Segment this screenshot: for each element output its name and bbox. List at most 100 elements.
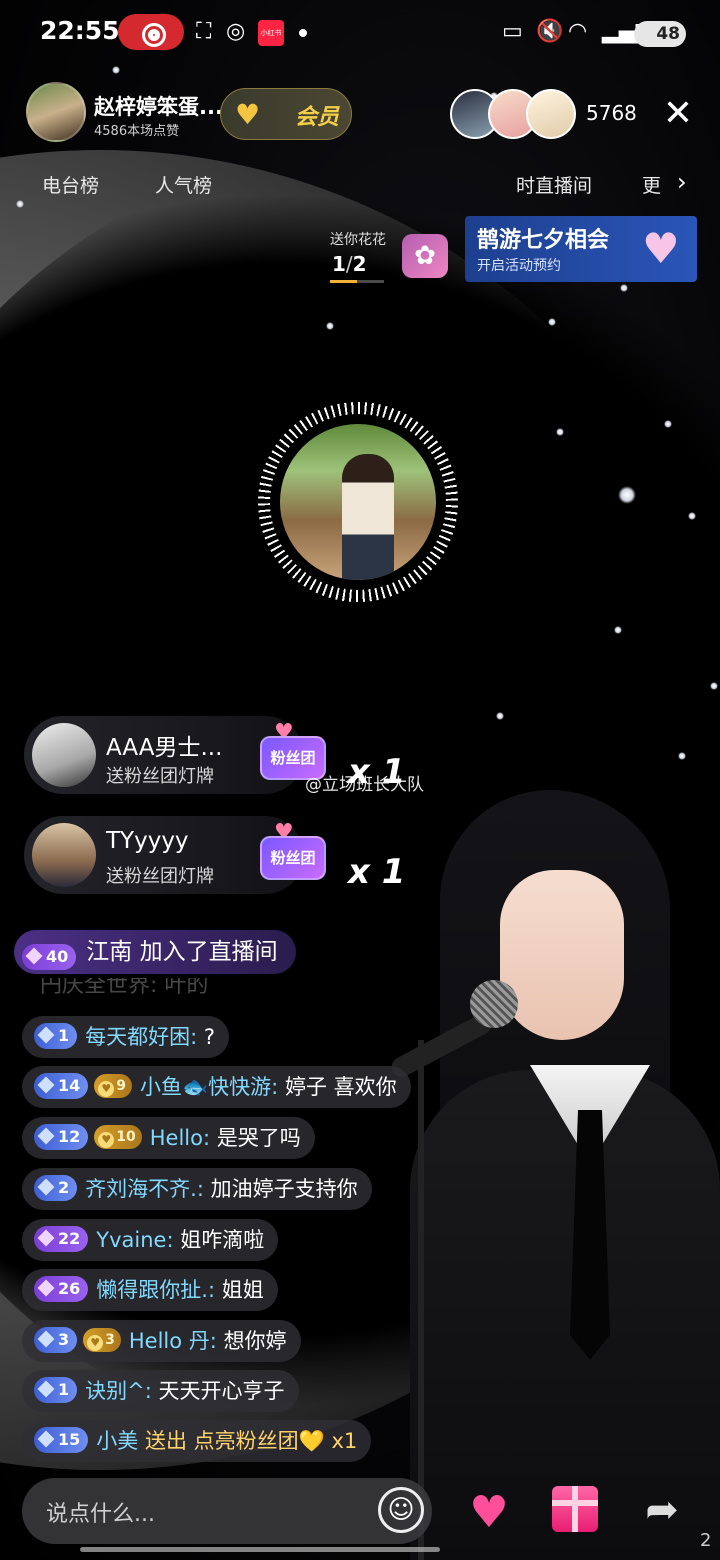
chevron-right-icon[interactable]: › xyxy=(677,168,687,196)
user-level-badge: 1 xyxy=(34,1023,78,1049)
fan-club-badge-icon: ♥ 粉丝团 xyxy=(260,820,326,890)
weibo-icon: ◎ xyxy=(226,19,246,44)
chat-message[interactable]: 1 诀别^: 天天开心亨子 xyxy=(22,1370,299,1412)
task-progress-bar xyxy=(330,280,384,283)
gift-notification[interactable]: TYyyyy 送粉丝团灯牌 ♥ 粉丝团 xyxy=(24,816,326,894)
xiaohongshu-icon: 小红书 xyxy=(258,20,284,46)
star xyxy=(710,682,718,690)
chat-username[interactable]: 每天都好困: xyxy=(85,1025,197,1049)
star xyxy=(496,712,504,720)
gift-description: 送粉丝团灯牌 xyxy=(106,866,214,887)
faded-chat-row: 円庆全世界: 叶的 xyxy=(40,978,209,998)
task-progress-fill xyxy=(330,280,357,283)
microphone-icon xyxy=(380,980,520,1081)
weibo-watermark: @立场班长大队 xyxy=(305,775,424,795)
sender-name: TYyyyy xyxy=(106,828,189,854)
chat-text: 是哭了吗 xyxy=(216,1126,301,1150)
star xyxy=(556,428,564,436)
chat-username[interactable]: 诀别^: xyxy=(85,1379,152,1403)
comment-placeholder: 说点什么... xyxy=(46,1502,155,1527)
sender-avatar[interactable] xyxy=(32,823,96,887)
chat-text: 姐咋滴啦 xyxy=(180,1228,265,1252)
chat-username[interactable]: 齐刘海不齐.: xyxy=(85,1177,204,1201)
star xyxy=(688,512,696,520)
clock: 22:55 xyxy=(40,16,120,45)
gift-notification[interactable]: AAA男士... 送粉丝团灯牌 ♥ 粉丝团 xyxy=(24,716,326,794)
chat-text: 送出 点亮粉丝团💛 x1 xyxy=(144,1429,358,1453)
flower-icon: ✿ xyxy=(402,234,448,278)
cast-icon: ▭ xyxy=(502,19,523,44)
task-progress: 1/2 xyxy=(332,252,367,276)
chat-username[interactable]: Hello 丹: xyxy=(129,1329,217,1353)
star xyxy=(618,486,636,504)
share-icon[interactable]: ➦ xyxy=(638,1488,686,1532)
user-level-badge: 22 xyxy=(34,1226,89,1252)
status-bar: 22:55 ⛶ ◎ 小红书 ▭ 🔇 ◠ ▂▄▆ 48 xyxy=(0,0,720,66)
user-level-badge: 15 xyxy=(34,1427,89,1453)
chat-message[interactable]: 3 ♥ 3 Hello 丹: 想你婷 xyxy=(22,1320,301,1362)
tab-more[interactable]: 更 xyxy=(642,171,661,198)
user-level-badge: 14 xyxy=(34,1073,89,1099)
chat-message[interactable]: 26 懒得跟你扯.: 姐姐 xyxy=(22,1269,278,1311)
chat-message[interactable]: 2 齐刘海不齐.: 加油婷子支持你 xyxy=(22,1168,372,1210)
vip-button[interactable]: ♥ 会员 xyxy=(220,88,352,140)
tab-hourly-live-room[interactable]: 时直播间 xyxy=(516,171,592,198)
chat-message[interactable]: 14 ♥ 9 小鱼🐟快快游: 婷子 喜欢你 xyxy=(22,1066,411,1108)
wifi-icon: ◠ xyxy=(568,19,588,44)
scan-icon: ⛶ xyxy=(196,19,212,44)
audio-visualizer-ring xyxy=(258,402,458,602)
chat-username[interactable]: 小美 xyxy=(96,1429,138,1453)
flower-task[interactable]: 送你花花 1/2 ✿ xyxy=(330,226,450,286)
like-heart-icon[interactable]: ♥ xyxy=(462,1486,516,1540)
event-subtitle: 开启活动预约 xyxy=(477,258,561,274)
chat-text: 天天开心亨子 xyxy=(158,1379,285,1403)
battery-indicator: 48 xyxy=(634,21,686,47)
chat-message[interactable]: 22 Yvaine: 姐咋滴啦 xyxy=(22,1219,279,1261)
host-portrait[interactable] xyxy=(280,424,436,580)
host-name[interactable]: 赵梓婷笨蛋... xyxy=(94,91,223,121)
join-notification: 40 江南 加入了直播间 xyxy=(14,930,296,974)
tab-radio-rank[interactable]: 电台榜 xyxy=(42,171,99,198)
star xyxy=(664,420,672,428)
star xyxy=(112,66,120,74)
close-icon[interactable]: ✕ xyxy=(660,96,696,132)
sender-avatar[interactable] xyxy=(32,723,96,787)
chat-message[interactable]: 1 每天都好困: ? xyxy=(22,1016,230,1058)
chat-username[interactable]: Hello: xyxy=(150,1126,210,1150)
tab-popularity-rank[interactable]: 人气榜 xyxy=(155,171,212,198)
fan-level-badge: ♥ 10 xyxy=(94,1125,142,1149)
user-level-badge: 26 xyxy=(34,1276,89,1302)
comment-input[interactable]: 说点什么... ☺ xyxy=(22,1478,432,1544)
star xyxy=(614,626,622,634)
event-banner[interactable]: 鹊游七夕相会 开启活动预约 ♥ xyxy=(465,216,697,282)
viewer-avatar[interactable] xyxy=(526,89,576,139)
star xyxy=(548,318,556,326)
star xyxy=(326,322,334,330)
home-indicator xyxy=(80,1547,440,1552)
chat-text: 想你婷 xyxy=(223,1329,287,1353)
chat-username[interactable]: 懒得跟你扯.: xyxy=(96,1278,215,1302)
event-title: 鹊游七夕相会 xyxy=(477,228,610,253)
gift-icon[interactable] xyxy=(552,1486,598,1532)
chat-message[interactable]: 15 小美 送出 点亮粉丝团💛 x1 xyxy=(22,1420,372,1462)
record-icon[interactable] xyxy=(118,14,184,50)
viewer-count[interactable]: 5768 xyxy=(586,101,637,125)
host-avatar[interactable] xyxy=(26,82,86,142)
chat-message[interactable]: 12 ♥ 10 Hello: 是哭了吗 xyxy=(22,1117,315,1159)
chat-text: ? xyxy=(203,1025,216,1049)
corner-label: 2 xyxy=(700,1530,712,1551)
vip-label: 会员 xyxy=(295,105,340,130)
heart-gift-icon: ♥ xyxy=(642,224,680,273)
fan-level-badge: ♥ 3 xyxy=(83,1328,121,1352)
join-text: 江南 加入了直播间 xyxy=(86,939,278,965)
chat-text: 姐姐 xyxy=(221,1278,264,1302)
gift-multiplier: x 1 xyxy=(348,852,406,892)
task-label: 送你花花 xyxy=(330,232,386,248)
chat-username[interactable]: Yvaine: xyxy=(96,1228,173,1252)
star xyxy=(16,200,24,208)
emoji-icon[interactable]: ☺ xyxy=(378,1487,424,1533)
gift-description: 送粉丝团灯牌 xyxy=(106,766,214,787)
chat-username[interactable]: 小鱼🐟快快游: xyxy=(140,1075,278,1099)
sender-name: AAA男士... xyxy=(106,735,223,761)
user-level-badge: 1 xyxy=(34,1377,78,1403)
